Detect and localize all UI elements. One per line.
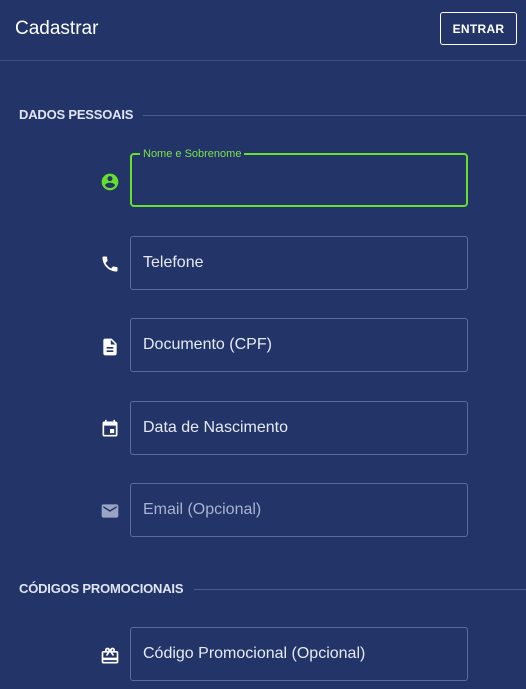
gift-icon (99, 645, 121, 667)
document-field-label: Documento (CPF) (143, 336, 272, 353)
phone-field-label: Telefone (143, 254, 204, 271)
login-button[interactable]: ENTRAR (440, 12, 517, 45)
app-header: Cadastrar ENTRAR (0, 0, 526, 61)
email-field-label: Email (Opcional) (143, 501, 262, 518)
section-divider (194, 589, 526, 590)
name-field[interactable]: Nome e Sobrenome (130, 147, 468, 207)
name-field-label: Nome e Sobrenome (140, 147, 245, 161)
section-title-personal-data: DADOS PESSOAIS (19, 107, 134, 122)
birth-date-field-label: Data de Nascimento (143, 419, 288, 436)
document-field[interactable]: Documento (CPF) (130, 318, 468, 372)
section-title-promo-codes: CÓDIGOS PROMOCIONAIS (19, 581, 184, 596)
page-title: Cadastrar (15, 18, 99, 39)
phone-field[interactable]: Telefone (130, 236, 468, 290)
promo-code-field-label: Código Promocional (Opcional) (143, 645, 366, 662)
calendar-icon (99, 418, 121, 440)
promo-code-field[interactable]: Código Promocional (Opcional) (130, 627, 468, 681)
account-circle-icon (99, 171, 121, 193)
document-icon (99, 336, 121, 358)
email-icon (99, 500, 121, 522)
section-divider (143, 115, 526, 116)
phone-icon (99, 253, 121, 275)
birth-date-field[interactable]: Data de Nascimento (130, 401, 468, 455)
email-field[interactable]: Email (Opcional) (130, 483, 468, 537)
